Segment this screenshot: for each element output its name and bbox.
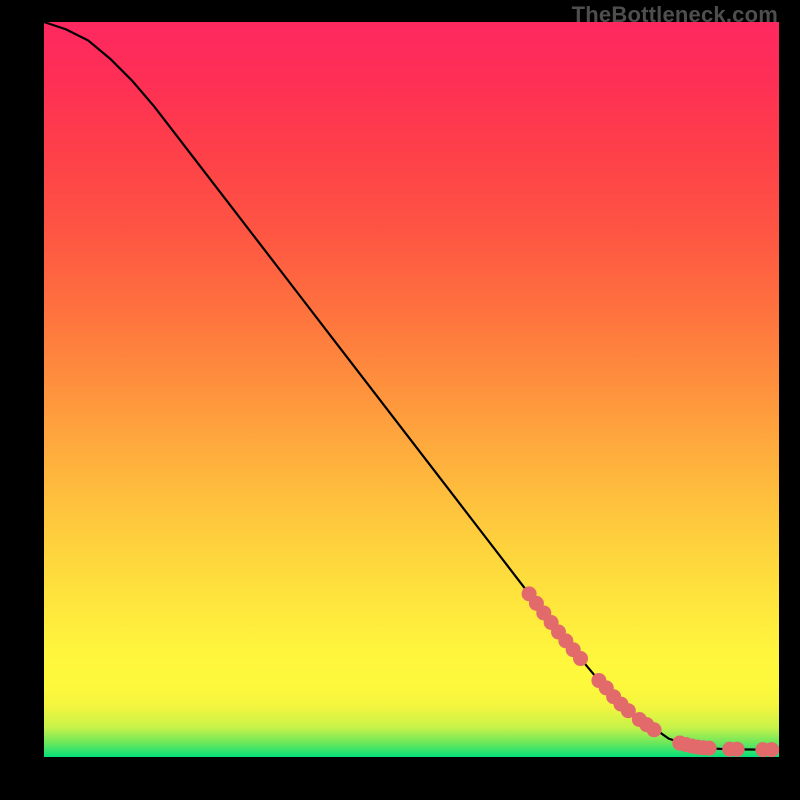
marker-group — [522, 586, 780, 757]
data-marker — [573, 651, 588, 666]
data-marker — [764, 742, 779, 757]
data-marker — [730, 742, 745, 757]
chart-frame: TheBottleneck.com — [0, 0, 800, 800]
data-marker — [647, 722, 662, 737]
data-marker — [702, 741, 717, 756]
plot-area — [44, 22, 779, 757]
bottleneck-curve — [44, 22, 779, 750]
chart-svg — [44, 22, 779, 757]
